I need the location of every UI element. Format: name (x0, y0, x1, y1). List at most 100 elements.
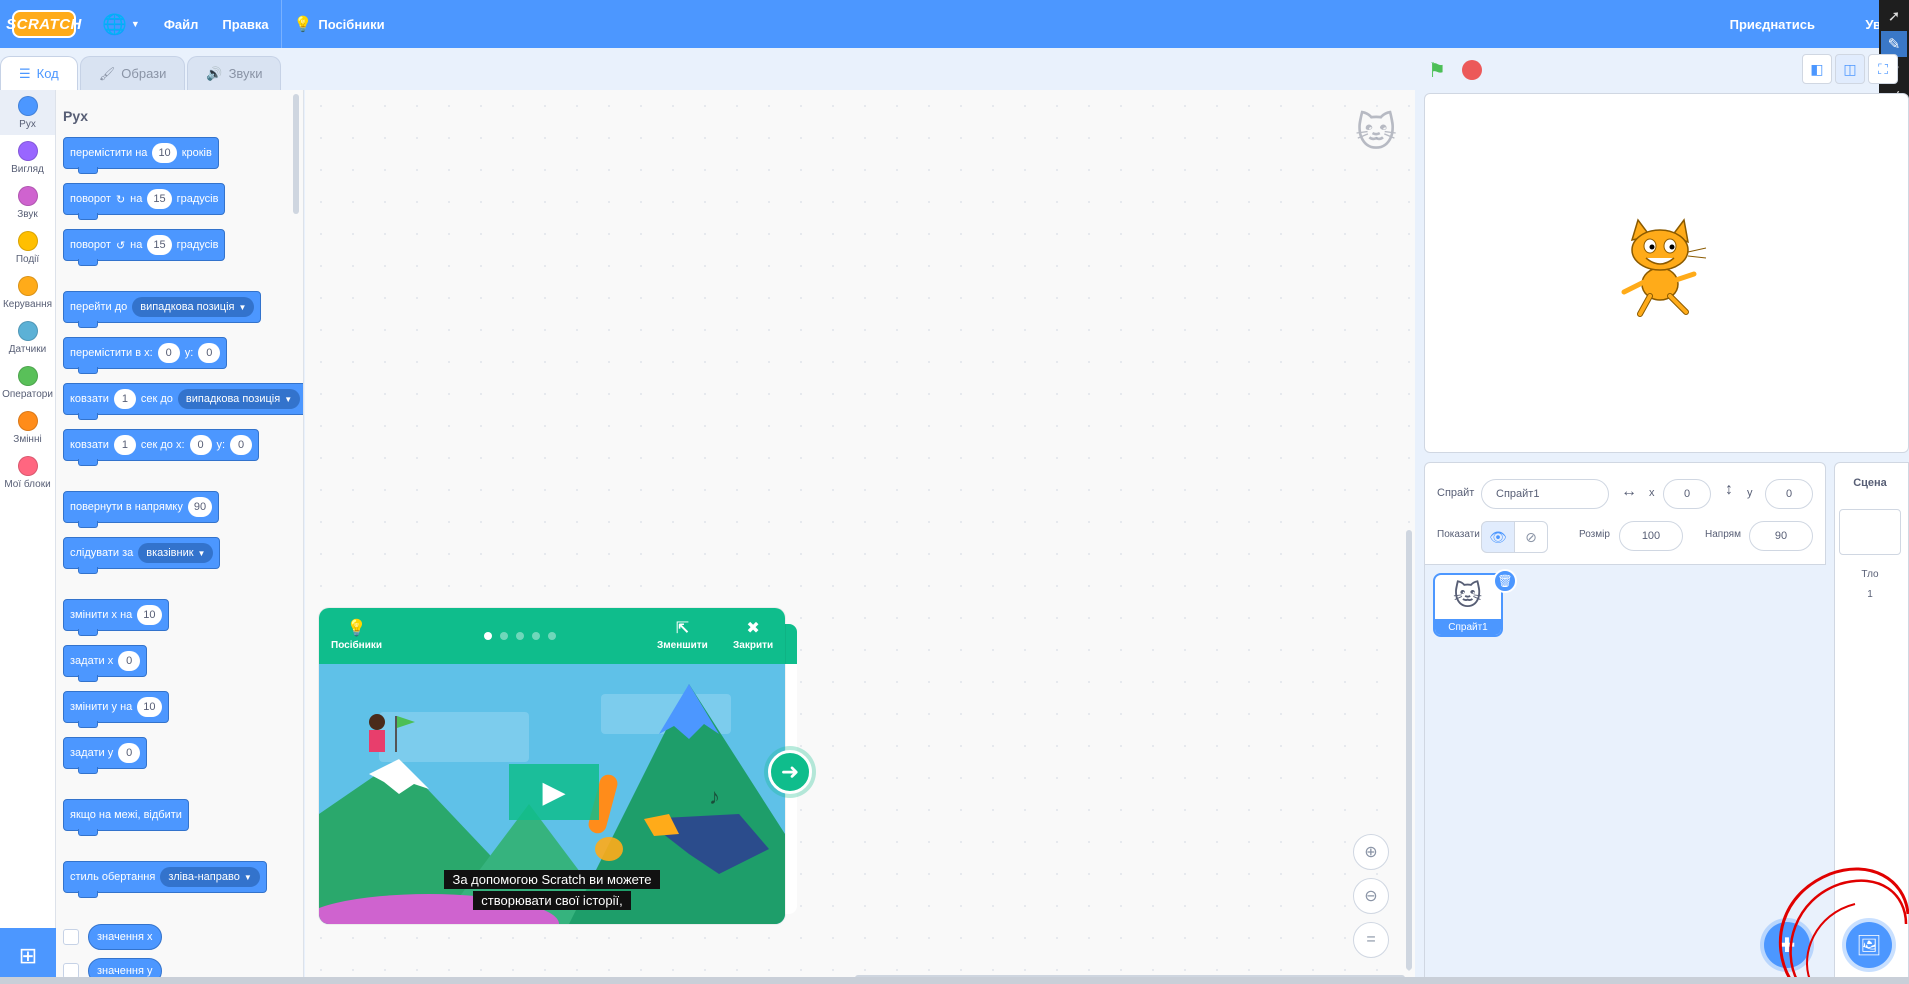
x-position-reporter[interactable]: значення х (88, 924, 162, 950)
tab-sounds[interactable]: 🔊 Звуки (187, 56, 282, 90)
sprite-name-input[interactable]: Спрайт1 (1481, 479, 1609, 509)
towards-dropdown[interactable]: вказівник ▼ (138, 543, 214, 563)
zoom-in-button[interactable]: ⊕ (1353, 834, 1389, 870)
set-x-block[interactable]: задати х 0 (63, 645, 148, 682)
change-x-block[interactable]: змінити х на 10 (63, 599, 169, 636)
next-step-button[interactable]: ➜ (768, 750, 812, 794)
degrees-input[interactable]: 15 (147, 189, 172, 209)
category-item[interactable]: Мої блоки (0, 450, 55, 495)
tutorial-video[interactable]: ♪ ▶ За допомогою Scratch ви можете створ… (319, 664, 785, 924)
category-item[interactable]: Звук (0, 180, 55, 225)
category-item[interactable]: Рух (0, 90, 55, 135)
block-text: сек до (140, 393, 173, 405)
tutorials-menu[interactable]: 💡 Посібники (282, 0, 397, 48)
fullscreen-button[interactable]: ⛶ (1868, 54, 1898, 84)
chevron-down-icon: ▼ (284, 394, 293, 404)
edit-menu[interactable]: Правка (210, 0, 280, 48)
target-dropdown[interactable]: випадкова позиція ▼ (132, 297, 255, 317)
tab-costumes[interactable]: 🖌 Образи (79, 56, 186, 90)
zoom-out-button[interactable]: ⊖ (1353, 878, 1389, 914)
category-item[interactable]: Датчики (0, 315, 55, 360)
glide-to-block[interactable]: ковзати 1 сек до випадкова позиція ▼ (63, 383, 303, 420)
hide-sprite-button[interactable]: ⊘ (1514, 521, 1548, 553)
close-button[interactable]: ✖ Закрити (733, 620, 773, 651)
stage-canvas[interactable] (1424, 93, 1909, 453)
size-input[interactable]: 100 (1619, 521, 1683, 551)
tab-code[interactable]: ☰ Код (0, 56, 78, 90)
tutorials-library-button[interactable]: 💡 Посібники (331, 620, 382, 651)
go-to-xy-block[interactable]: перемістити в x: 0 y: 0 (63, 337, 228, 374)
rotation-style-dropdown[interactable]: зліва-направо ▼ (160, 867, 260, 887)
y-set-input[interactable]: 0 (118, 743, 141, 763)
rotation-style-block[interactable]: стиль обертання зліва-направо ▼ (63, 861, 267, 898)
dropdown-value: випадкова позиція (140, 301, 235, 313)
large-stage-button[interactable]: ◫ (1835, 54, 1865, 84)
set-y-block[interactable]: задати у 0 (63, 737, 148, 774)
editor-tabs: ☰ Код 🖌 Образи 🔊 Звуки (0, 56, 283, 90)
x-change-input[interactable]: 10 (137, 605, 162, 625)
category-item[interactable]: Оператори (0, 360, 55, 405)
x-position-checkbox[interactable] (63, 929, 79, 945)
glide-to-xy-block[interactable]: ковзати 1 сек до x: 0 y: 0 (63, 429, 260, 466)
block-text: перейти до (70, 301, 128, 313)
small-stage-button[interactable]: ◧ (1802, 54, 1832, 84)
scratch-logo[interactable]: SCRATCH (6, 10, 81, 38)
block-text: перемістити в x: (70, 347, 153, 359)
direction-input[interactable]: 90 (187, 497, 213, 517)
x-position-input[interactable]: 0 (1663, 479, 1711, 509)
target-dropdown[interactable]: випадкова позиція ▼ (177, 389, 301, 409)
steps-input[interactable]: 10 (152, 143, 177, 163)
change-y-block[interactable]: змінити у на 10 (63, 691, 169, 728)
go-to-block[interactable]: перейти до випадкова позиція ▼ (63, 291, 262, 328)
join-button[interactable]: Приєднатись (1730, 0, 1815, 48)
block-palette: Рух перемістити на 10 кроків поворот ↻ н… (56, 90, 304, 984)
backdrop-thumbnail[interactable] (1839, 509, 1901, 555)
chevron-down-icon: ▼ (238, 302, 247, 312)
stop-button[interactable] (1462, 60, 1482, 80)
category-item[interactable]: Вигляд (0, 135, 55, 180)
cat-sprite[interactable] (1610, 218, 1710, 318)
category-item[interactable]: Змінні (0, 405, 55, 450)
file-menu[interactable]: Файл (152, 0, 211, 48)
play-video-button[interactable]: ▶ (509, 764, 599, 820)
seconds-input[interactable]: 1 (113, 435, 136, 455)
turn-right-block[interactable]: поворот ↻ на 15 градусів (63, 183, 226, 220)
shrink-button[interactable]: ⇱ Зменшити (657, 620, 708, 651)
category-item[interactable]: Керування (0, 270, 55, 315)
x-set-input[interactable]: 0 (118, 651, 141, 671)
step-dot[interactable] (532, 632, 540, 640)
delete-sprite-button[interactable]: 🗑 (1493, 569, 1517, 593)
language-menu[interactable]: 🌐 ▼ (90, 0, 152, 48)
add-extension-button[interactable]: ⊞ (0, 928, 56, 984)
move-steps-block[interactable]: перемістити на 10 кроків (63, 137, 219, 174)
show-sprite-button[interactable]: 👁 (1481, 521, 1515, 553)
y-position-input[interactable]: 0 (1765, 479, 1813, 509)
step-dot[interactable] (484, 632, 492, 640)
category-color-dot (17, 95, 38, 116)
turn-left-block[interactable]: поворот ↺ на 15 градусів (63, 229, 226, 266)
step-dot[interactable] (516, 632, 524, 640)
bounce-block[interactable]: якщо на межі, відбити (63, 799, 189, 836)
y-input[interactable]: 0 (230, 435, 253, 455)
tab-code-label: Код (36, 66, 59, 81)
direction-input[interactable]: 90 (1749, 521, 1813, 551)
category-item[interactable]: Події (0, 225, 55, 270)
y-input[interactable]: 0 (198, 343, 221, 363)
x-input[interactable]: 0 (189, 435, 212, 455)
x-input[interactable]: 0 (157, 343, 180, 363)
zoom-reset-button[interactable]: = (1353, 922, 1389, 958)
palette-scrollbar[interactable] (293, 94, 299, 214)
green-flag-button[interactable]: ⚑ (1428, 58, 1446, 83)
degrees-input[interactable]: 15 (147, 235, 172, 255)
block-text: градусів (176, 239, 219, 251)
workspace-vertical-scrollbar[interactable] (1406, 530, 1412, 970)
cursor-icon[interactable]: ➚ (1881, 3, 1907, 29)
point-direction-block[interactable]: повернути в напрямку 90 (63, 491, 220, 528)
point-towards-block[interactable]: слідувати за вказівник ▼ (63, 537, 221, 574)
seconds-input[interactable]: 1 (113, 389, 136, 409)
step-dot[interactable] (500, 632, 508, 640)
step-dot[interactable] (548, 632, 556, 640)
arrow-right-icon: ➜ (780, 759, 800, 784)
backdrops-label: Тло (1861, 569, 1879, 580)
y-change-input[interactable]: 10 (137, 697, 162, 717)
